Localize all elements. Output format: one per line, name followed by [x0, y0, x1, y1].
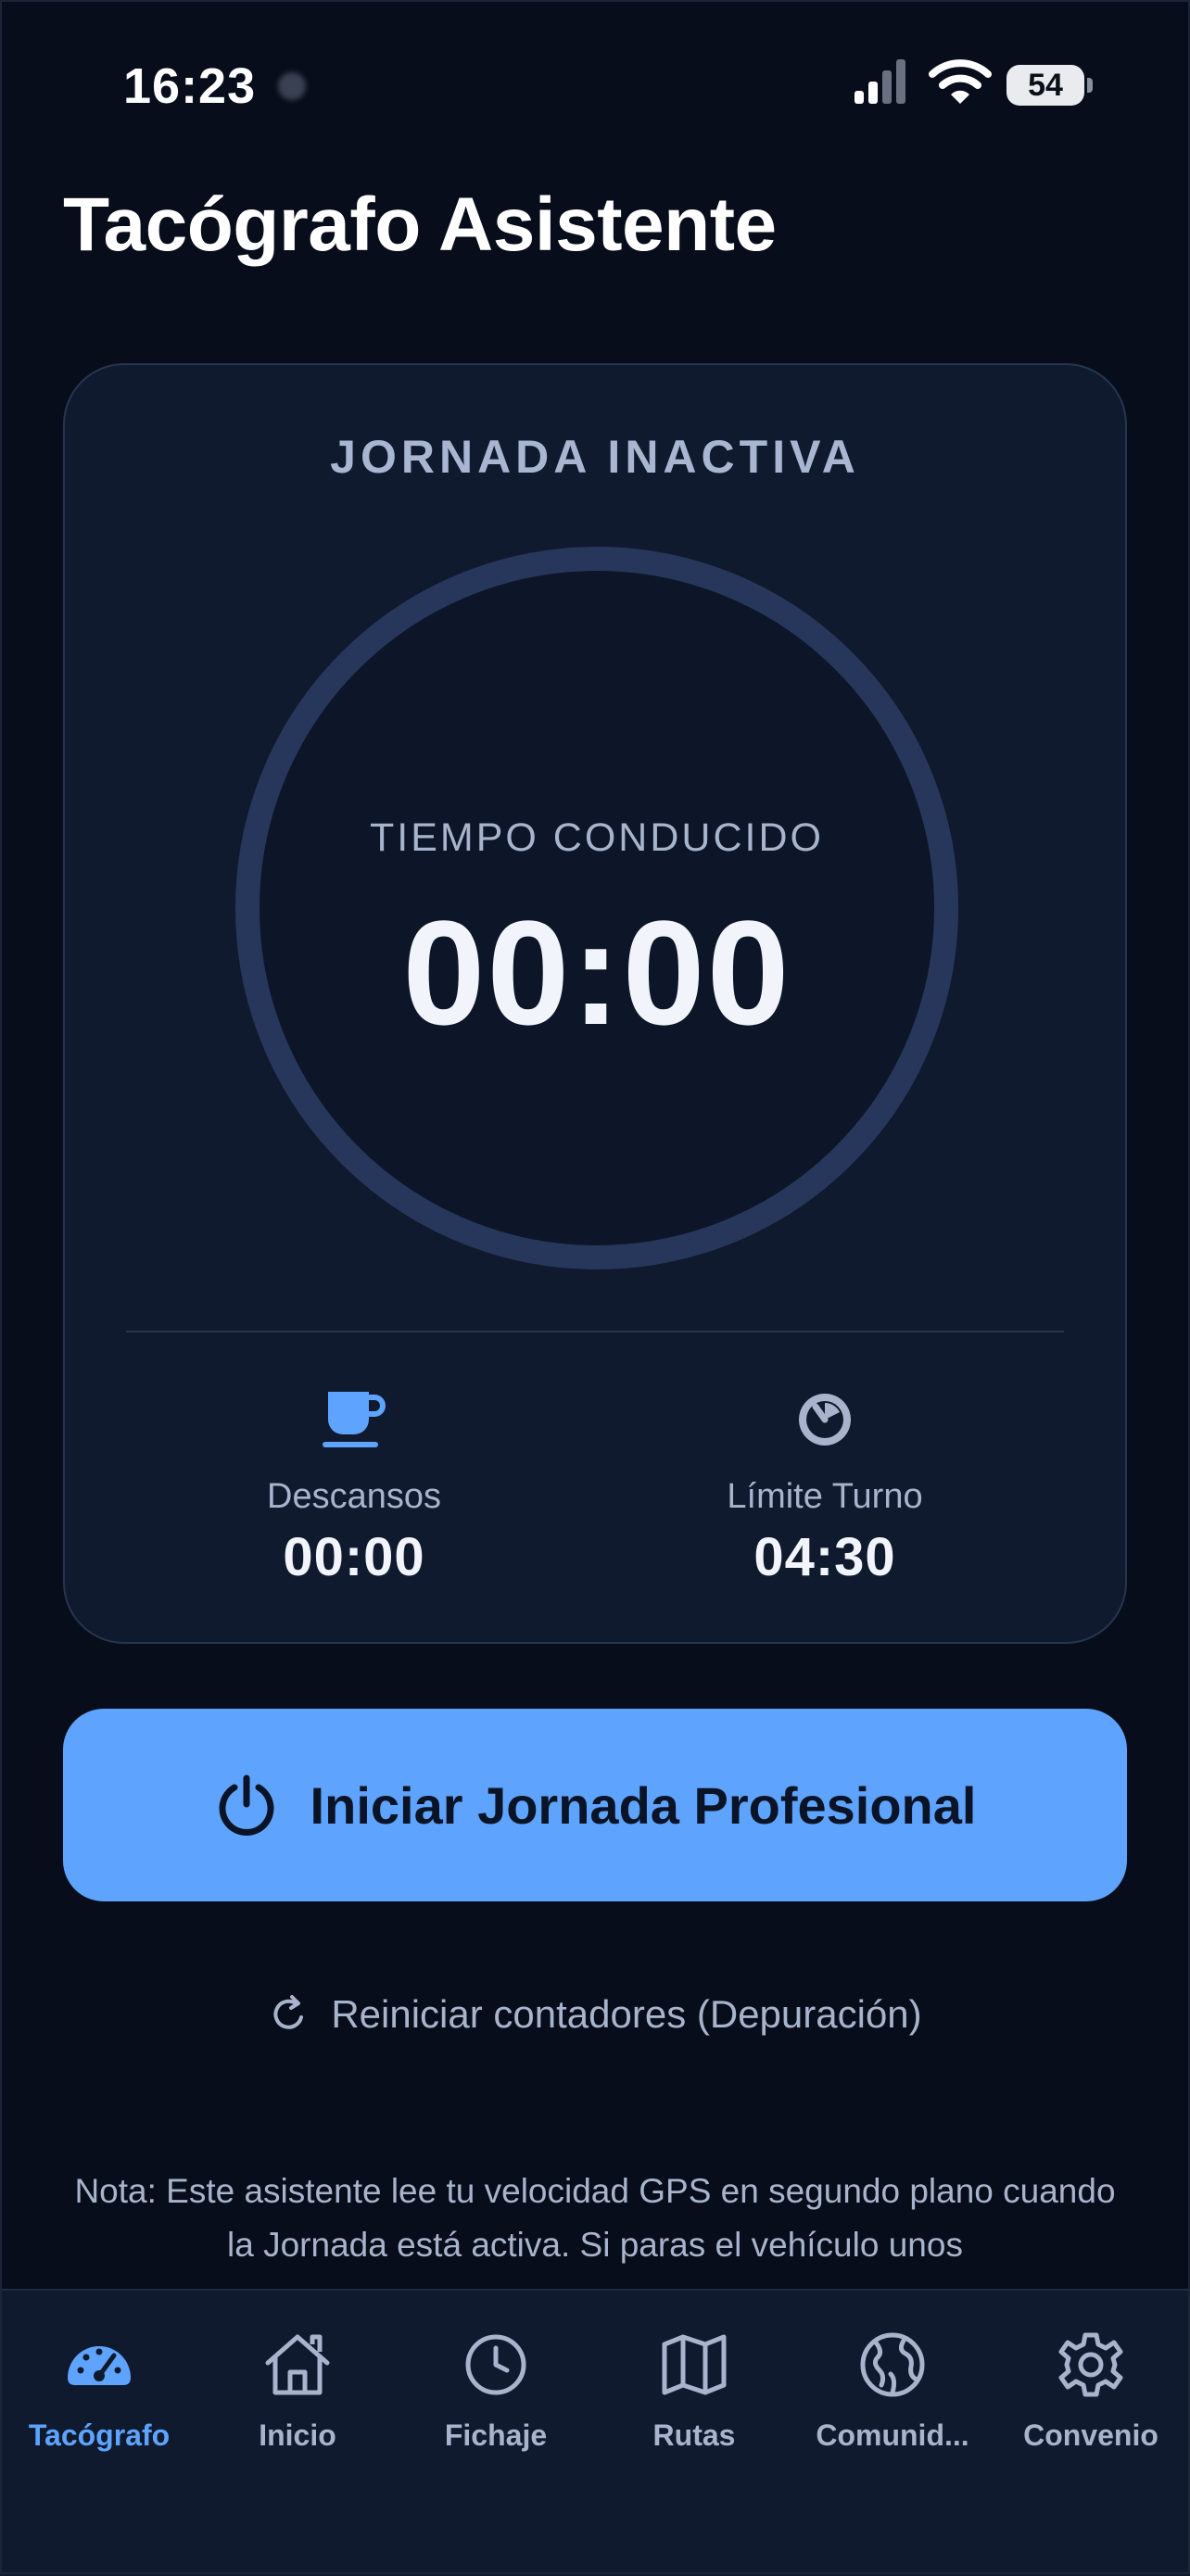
tab-fichaje[interactable]: Fichaje — [397, 2328, 595, 2453]
power-icon — [219, 1774, 273, 1836]
shift-limit-label: Límite Turno — [727, 1477, 923, 1516]
shift-status-card: JORNADA INACTIVA TIEMPO CONDUCIDO 00:00 … — [63, 363, 1127, 1644]
home-icon — [265, 2334, 330, 2395]
card-divider — [126, 1331, 1064, 1332]
reset-counters-label: Reiniciar contadores (Depuración) — [331, 1992, 922, 2036]
driving-time-ring: TIEMPO CONDUCIDO 00:00 — [235, 547, 958, 1269]
tab-label: Inicio — [259, 2418, 336, 2452]
driving-time-value: 00:00 — [402, 890, 791, 1055]
reset-counters-link[interactable]: Reiniciar contadores (Depuración) — [0, 1992, 1190, 2037]
refresh-icon — [273, 1995, 304, 2029]
shift-limit-stat: Límite Turno 04:30 — [639, 1384, 1010, 1588]
tab-bar: Tacógrafo Inicio Fichaje Rutas Comunid..… — [0, 2289, 1190, 2576]
tab-label: Convenio — [1023, 2418, 1158, 2452]
tab-tacografo[interactable]: Tacógrafo — [0, 2328, 198, 2453]
tab-convenio[interactable]: Convenio — [992, 2328, 1190, 2453]
location-indicator-icon — [278, 72, 306, 100]
wifi-icon — [929, 59, 992, 104]
start-shift-button[interactable]: Iniciar Jornada Profesional — [63, 1709, 1127, 1901]
tab-label: Tacógrafo — [28, 2418, 171, 2452]
status-bar: 16:23 54 — [0, 0, 1190, 176]
battery-indicator: 54 — [1006, 65, 1084, 106]
clock-icon — [465, 2334, 526, 2395]
tab-rutas[interactable]: Rutas — [595, 2328, 793, 2453]
breaks-value: 00:00 — [283, 1527, 425, 1587]
tab-label: Fichaje — [444, 2418, 548, 2452]
tab-comunidad[interactable]: Comunid... — [793, 2328, 992, 2453]
breaks-stat: Descansos 00:00 — [169, 1384, 539, 1588]
tab-label: Comunid... — [816, 2418, 969, 2452]
map-icon — [662, 2334, 727, 2395]
page-title: Tacógrafo Asistente — [63, 183, 777, 267]
driving-time-label: TIEMPO CONDUCIDO — [370, 815, 824, 860]
shift-status-label: JORNADA INACTIVA — [330, 431, 860, 483]
cellular-signal-icon — [855, 59, 905, 104]
globe-icon — [860, 2332, 925, 2397]
breaks-label: Descansos — [267, 1477, 441, 1516]
coffee-cup-icon — [323, 1392, 386, 1447]
gear-icon — [1058, 2332, 1123, 2397]
status-time: 16:23 — [123, 58, 257, 114]
shift-limit-value: 04:30 — [753, 1527, 896, 1587]
start-shift-label: Iniciar Jornada Profesional — [310, 1775, 977, 1835]
gauge-icon — [68, 2346, 131, 2385]
battery-tip — [1087, 78, 1093, 93]
info-note: Nota: Este asistente lee tu velocidad GP… — [74, 2172, 1116, 2264]
tab-label: Rutas — [652, 2418, 736, 2452]
tab-inicio[interactable]: Inicio — [198, 2328, 397, 2453]
timer-icon — [799, 1394, 851, 1446]
